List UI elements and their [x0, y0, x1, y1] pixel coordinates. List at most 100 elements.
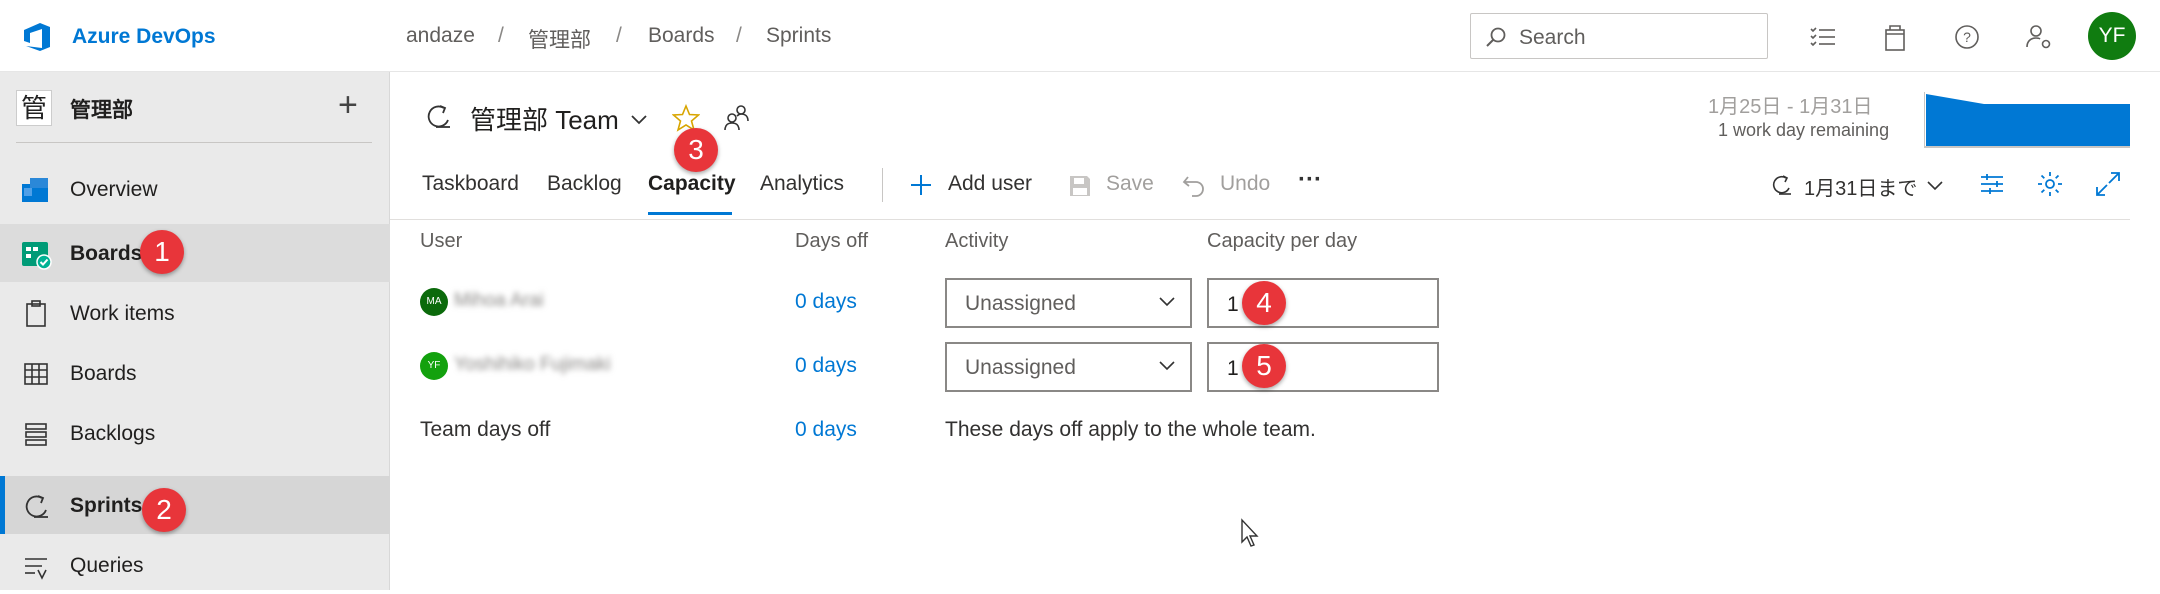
tab-analytics[interactable]: Analytics [760, 172, 844, 196]
user-name: Mihoa Arai [454, 290, 544, 311]
plus-icon [911, 175, 931, 195]
activity-value: Unassigned [965, 292, 1076, 315]
team-days-note: These days off apply to the whole team. [945, 418, 1316, 441]
project-name[interactable]: 管理部 [70, 94, 133, 124]
boards-icon [24, 363, 48, 385]
sidebar-item-label: Sprints [70, 494, 143, 517]
more-actions-icon[interactable]: ··· [1298, 166, 1322, 194]
step-badge: 5 [1242, 344, 1286, 388]
activity-value: Unassigned [965, 356, 1076, 379]
column-header-user: User [420, 230, 463, 252]
sprint-selector[interactable]: 1月31日まで [1804, 172, 1917, 201]
overview-icon [22, 178, 48, 202]
sprints-icon [25, 495, 48, 518]
help-icon[interactable]: ? [1950, 20, 1984, 54]
sidebar-item-work-items[interactable]: Work items [0, 284, 390, 342]
chevron-down-icon [1159, 297, 1175, 307]
sidebar: 管 管理部 + Overview Boards Work items Board… [0, 72, 390, 590]
step-badge: 4 [1242, 281, 1286, 325]
search-input[interactable]: Search [1470, 13, 1768, 59]
tab-backlog[interactable]: Backlog [547, 172, 622, 196]
tab-capacity[interactable]: Capacity [648, 172, 736, 196]
user-name: Yoshihiko Fujimaki [454, 354, 611, 375]
work-items-icon [26, 300, 46, 327]
step-badge: 1 [140, 230, 184, 274]
svg-text:?: ? [1963, 29, 1971, 45]
top-bar: Azure DevOps andaze / 管理部 / Boards / Spr… [0, 0, 2160, 72]
brand-name[interactable]: Azure DevOps [72, 25, 216, 49]
search-icon [1486, 27, 1506, 47]
user-avatar[interactable]: YF [2088, 12, 2136, 60]
user-avatar: MA [420, 288, 448, 316]
queries-icon [25, 558, 47, 580]
sidebar-item-overview[interactable]: Overview [0, 160, 390, 218]
days-off-link[interactable]: 0 days [795, 290, 857, 314]
sprint-remaining: 1 work day remaining [1718, 120, 1890, 140]
undo-icon [1182, 176, 1204, 197]
step-badge: 3 [674, 128, 718, 172]
capacity-value: 1 [1227, 357, 1239, 380]
sidebar-item-boards-hub[interactable]: Boards [0, 224, 390, 282]
save-label: Save [1106, 172, 1154, 195]
main-content: 管理部 Team 3 1月25日 - 1月31日 1 work day rema… [390, 72, 2160, 590]
breadcrumb-sprints[interactable]: Sprints [766, 24, 831, 48]
capacity-value: 1 [1227, 293, 1239, 316]
toolbar-divider [882, 168, 883, 202]
chevron-down-icon[interactable] [1926, 176, 1944, 194]
task-list-icon[interactable] [1806, 20, 1840, 54]
sidebar-item-label: Boards [70, 242, 143, 265]
chevron-down-icon [1159, 361, 1175, 371]
azure-devops-logo-icon[interactable] [20, 20, 54, 54]
marketplace-bag-icon[interactable] [1878, 20, 1912, 54]
sidebar-item-label: Queries [70, 554, 144, 577]
user-avatar: YF [420, 352, 448, 380]
sprint-dates: 1月25日 - 1月31日 [1708, 96, 1873, 118]
team-days-off-link[interactable]: 0 days [795, 418, 857, 442]
sidebar-item-sprints[interactable]: Sprints [0, 476, 390, 534]
expand-fullscreen-icon[interactable] [2094, 170, 2122, 198]
breadcrumb-boards[interactable]: Boards [648, 24, 715, 48]
tab-taskboard[interactable]: Taskboard [422, 172, 519, 196]
sidebar-item-queries[interactable]: Queries [0, 536, 390, 594]
days-off-link[interactable]: 0 days [795, 354, 857, 378]
boards-hub-icon [22, 242, 52, 270]
sprint-cycle-icon [1772, 175, 1791, 195]
gear-icon[interactable] [2036, 170, 2064, 198]
sidebar-item-boards[interactable]: Boards [0, 344, 390, 402]
sidebar-item-label: Overview [70, 178, 158, 201]
team-days-off-label: Team days off [420, 418, 551, 441]
user-settings-icon[interactable] [2022, 20, 2056, 54]
team-name[interactable]: 管理部 Team [470, 100, 619, 137]
project-icon[interactable]: 管 [16, 90, 52, 126]
breadcrumb-separator: / [498, 24, 504, 47]
sidebar-item-backlogs[interactable]: Backlogs [0, 404, 390, 462]
toolbar-divider-line [390, 219, 2130, 220]
activity-dropdown[interactable]: Unassigned [945, 342, 1192, 392]
column-header-days-off: Days off [795, 230, 868, 252]
column-header-activity: Activity [945, 230, 1009, 252]
step-badge: 2 [142, 488, 186, 532]
filter-settings-icon[interactable] [1978, 170, 2006, 198]
add-user-label: Add user [948, 172, 1033, 195]
breadcrumb-separator: / [616, 24, 622, 47]
team-members-icon[interactable] [722, 102, 750, 132]
sprint-cycle-icon [427, 105, 450, 128]
sidebar-item-label: Work items [70, 302, 175, 325]
selected-indicator [0, 476, 5, 534]
save-icon [1070, 176, 1090, 196]
column-header-capacity: Capacity per day [1207, 230, 1358, 252]
breadcrumb-project[interactable]: 管理部 [528, 24, 591, 54]
breadcrumb-org[interactable]: andaze [406, 24, 475, 48]
burndown-sparkline [1924, 92, 2130, 148]
chevron-down-icon[interactable] [630, 110, 648, 128]
active-tab-indicator [648, 212, 732, 215]
sidebar-item-label: Backlogs [70, 422, 156, 445]
sidebar-item-label: Boards [70, 362, 137, 385]
undo-label: Undo [1220, 172, 1271, 195]
breadcrumb-separator: / [736, 24, 742, 47]
search-placeholder: Search [1519, 26, 1586, 49]
activity-dropdown[interactable]: Unassigned [945, 278, 1192, 328]
new-item-plus-icon[interactable]: + [338, 86, 358, 125]
backlogs-icon [25, 423, 47, 446]
mouse-cursor-icon [1241, 518, 1259, 547]
